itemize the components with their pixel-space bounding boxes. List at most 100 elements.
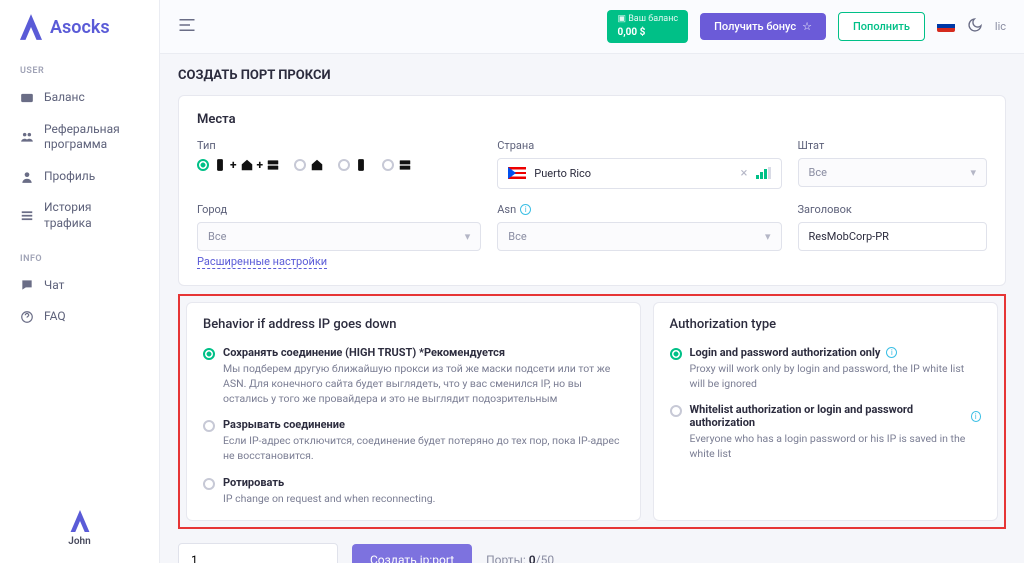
radio-icon [203,478,215,490]
places-card: Места Тип + + [178,95,1006,286]
lic-text: lic [995,20,1006,33]
sidebar-item-profile[interactable]: Профиль [0,161,159,193]
quantity-input[interactable] [178,543,338,563]
highlight-container: Behavior if address IP goes down Сохраня… [178,294,1006,529]
wallet-icon [20,91,34,105]
balance-badge[interactable]: ▣ Ваш баланс 0,00 $ [607,10,688,43]
sidebar-item-label: Реферальная программа [44,122,139,153]
sidebar-item-label: Баланс [44,90,85,106]
chevron-down-icon: ▾ [765,230,771,243]
behavior-option-keep[interactable]: Сохранять соединение (HIGH TRUST) *Реком… [203,346,624,407]
mobile-icon [354,158,368,172]
list-icon [20,209,34,223]
auth-option-whitelist[interactable]: Whitelist authorization or login and pas… [670,403,981,461]
chevron-down-icon: ▾ [465,230,471,243]
theme-toggle-icon[interactable] [967,17,983,36]
button-label: Получить бонус [714,20,796,33]
type-option-server[interactable] [382,158,412,172]
get-bonus-button[interactable]: Получить бонус ☆ [700,13,826,40]
create-port-button[interactable]: Создать ip:port [352,544,472,563]
sidebar: Asocks USER Баланс Реферальная программа… [0,0,160,563]
info-icon[interactable]: i [886,347,897,358]
option-desc: IP change on request and when reconnecti… [223,491,435,506]
radio-icon [197,159,209,171]
type-label: Тип [197,139,481,152]
sidebar-item-referral[interactable]: Реферальная программа [0,114,159,161]
menu-toggle-icon[interactable] [178,18,196,35]
type-option-home[interactable] [294,158,324,172]
logo-text: Asocks [50,17,110,38]
city-value: Все [208,230,226,243]
option-title: Login and password authorization only [690,346,881,359]
radio-icon [382,159,394,171]
sidebar-item-balance[interactable]: Баланс [0,82,159,114]
option-desc: Proxy will work only by login and passwo… [690,361,981,391]
flag-ru-icon[interactable] [937,20,955,32]
logo-icon [20,14,42,40]
header-input[interactable] [798,222,988,251]
option-desc: Everyone who has a login password or his… [690,431,981,461]
radio-icon [670,405,682,417]
radio-icon [338,159,350,171]
radio-icon [670,348,682,360]
asn-value: Все [508,230,526,243]
info-icon[interactable]: i [520,204,531,215]
sidebar-item-label: FAQ [44,309,66,325]
sidebar-item-chat[interactable]: Чат [0,270,159,302]
users-icon [20,130,34,144]
radio-icon [294,159,306,171]
flag-pr-icon [508,167,526,179]
chat-icon [20,278,34,292]
topbar: ▣ Ваш баланс 0,00 $ Получить бонус ☆ Поп… [160,0,1024,54]
sidebar-footer: John [0,510,159,551]
logo[interactable]: Asocks [0,14,159,56]
behavior-option-rotate[interactable]: Ротировать IP change on request and when… [203,476,624,506]
behavior-card: Behavior if address IP goes down Сохраня… [186,302,641,521]
state-value: Все [809,166,827,179]
asn-label: Asn i [497,203,781,216]
type-option-mobile[interactable] [338,158,368,172]
behavior-title: Behavior if address IP goes down [203,317,624,332]
option-desc: Мы подберем другую ближайшую прокси из т… [223,361,624,407]
nav-section-info: INFO [0,248,159,270]
home-icon [310,158,324,172]
topup-button[interactable]: Пополнить [838,12,925,41]
balance-label: Ваш баланс [628,14,678,24]
country-select[interactable]: Puerto Rico × [497,158,781,189]
chevron-down-icon: ▾ [970,166,976,179]
info-icon[interactable]: i [971,411,981,422]
type-option-mix[interactable]: + + [197,158,280,172]
auth-option-login[interactable]: Login and password authorization only i … [670,346,981,391]
avatar-icon [69,510,91,532]
auth-card: Authorization type Login and password au… [653,302,998,521]
state-label: Штат [798,139,988,152]
sidebar-item-traffic[interactable]: История трафика [0,192,159,239]
option-title: Разрывать соединение [223,418,624,431]
advanced-settings-link[interactable]: Расширенные настройки [197,255,327,269]
city-label: Город [197,203,481,216]
star-icon: ☆ [802,20,812,33]
clear-icon[interactable]: × [741,166,748,181]
sidebar-item-label: История трафика [44,200,139,231]
state-select[interactable]: Все ▾ [798,158,988,187]
sidebar-item-label: Чат [44,278,64,294]
ports-counter: Порты: 0/50 [486,553,554,563]
home-icon [240,158,254,172]
country-value: Puerto Rico [534,167,591,180]
type-options: + + [197,158,481,172]
behavior-option-break[interactable]: Разрывать соединение Если IP-адрес отклю… [203,418,624,463]
mobile-icon [213,158,227,172]
city-select[interactable]: Все ▾ [197,222,481,251]
server-icon [266,158,280,172]
sidebar-item-label: Профиль [44,169,95,185]
auth-title: Authorization type [670,317,981,332]
radio-icon [203,420,215,432]
user-icon [20,170,34,184]
page-title: СОЗДАТЬ ПОРТ ПРОКСИ [178,68,1006,83]
sidebar-item-faq[interactable]: FAQ [0,301,159,333]
option-desc: Если IP-адрес отключится, соединение буд… [223,433,624,463]
signal-icon [756,167,771,179]
asn-select[interactable]: Все ▾ [497,222,781,251]
option-title: Whitelist authorization or login and pas… [690,403,965,429]
radio-icon [203,348,215,360]
